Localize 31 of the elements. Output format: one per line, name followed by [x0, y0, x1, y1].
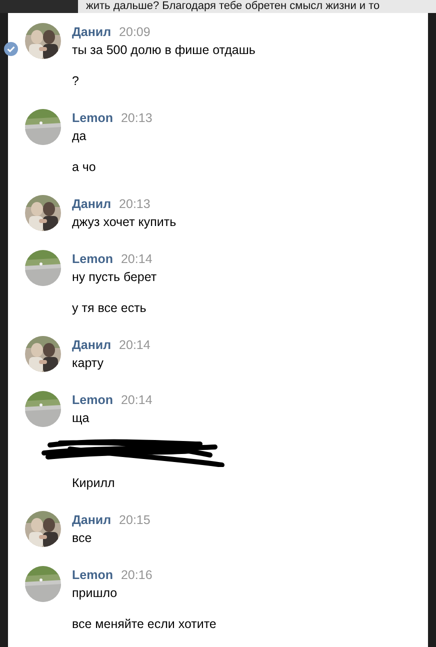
author-name[interactable]: Данил — [72, 195, 112, 213]
message-text: все меняйте если хотите — [72, 616, 216, 633]
message-text: ну пусть берет — [72, 269, 157, 286]
message-text: джуз хочет купить — [72, 214, 176, 231]
message-time[interactable]: 20:13 — [119, 195, 150, 213]
message-text: ща — [72, 410, 90, 427]
message-text: ты за 500 долю в фише отдашь — [72, 42, 256, 59]
message-time[interactable]: 20:14 — [120, 250, 152, 268]
author-name[interactable]: Lemon — [72, 566, 113, 584]
author-name[interactable]: Lemon — [72, 109, 113, 127]
message-time[interactable]: 20:14 — [119, 336, 150, 354]
message-text: все — [72, 530, 93, 547]
message-text: пришло — [72, 585, 118, 602]
background-text: жить дальше? Благодаря тебе обретен смысл жизни и то — [78, 0, 436, 13]
message-text: Кирилл — [72, 475, 116, 492]
message-time[interactable]: 20:16 — [120, 566, 152, 584]
message-time[interactable]: 20:14 — [120, 391, 152, 409]
author-name[interactable]: Lemon — [72, 250, 113, 268]
author-name[interactable]: Данил — [72, 23, 112, 41]
message-time[interactable]: 20:13 — [120, 109, 152, 127]
message-text: да — [72, 128, 88, 145]
selected-check-icon[interactable] — [4, 42, 18, 56]
author-name[interactable]: Данил — [72, 511, 112, 529]
message-time[interactable]: 20:09 — [119, 23, 150, 41]
message-text: карту — [72, 355, 104, 372]
author-name[interactable]: Данил — [72, 336, 112, 354]
message-text: ? — [72, 73, 80, 90]
author-name[interactable]: Lemon — [72, 391, 113, 409]
message-time[interactable]: 20:15 — [119, 511, 150, 529]
message-text: у тя все есть — [72, 300, 148, 317]
message-text: а чо — [72, 159, 97, 176]
